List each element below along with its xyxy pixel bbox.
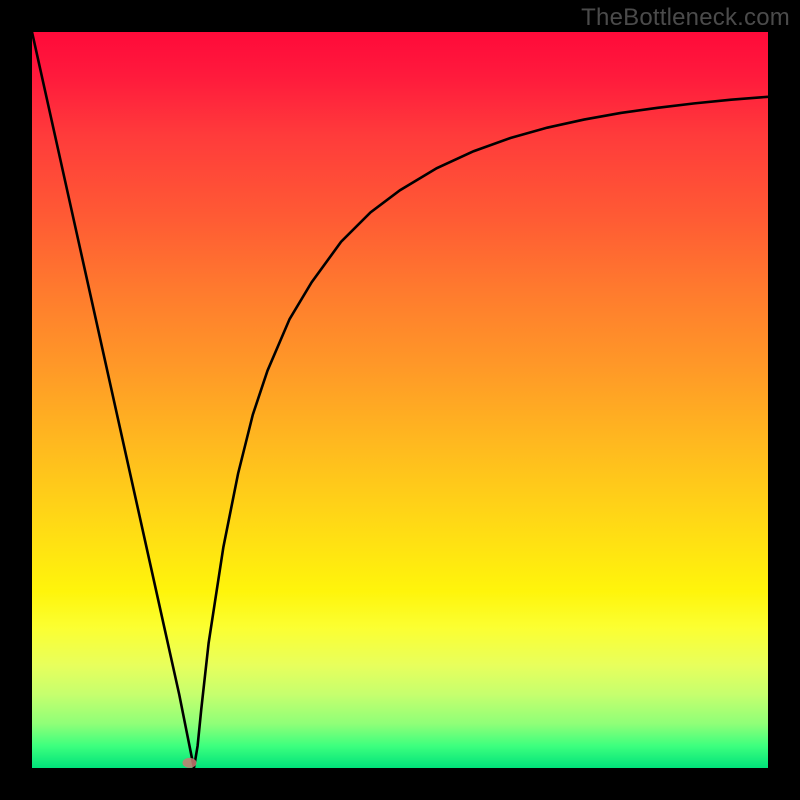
- plot-area: [32, 32, 768, 768]
- bottleneck-marker: [183, 758, 197, 768]
- chart-frame: TheBottleneck.com: [0, 0, 800, 800]
- bottleneck-curve: [32, 32, 768, 768]
- curve-path: [32, 32, 768, 768]
- watermark-text: TheBottleneck.com: [581, 4, 790, 32]
